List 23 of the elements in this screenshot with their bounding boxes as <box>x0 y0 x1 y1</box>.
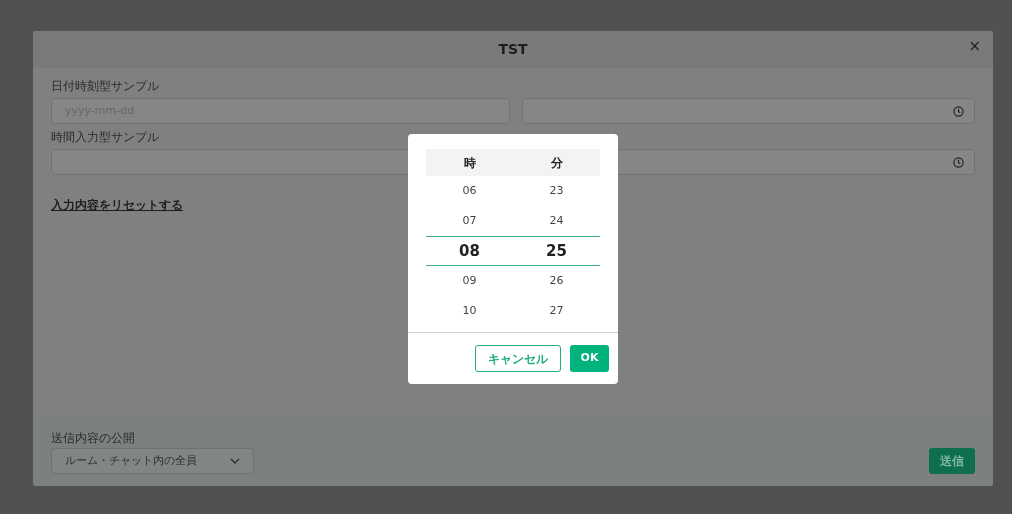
column-header: 時 <box>426 149 513 176</box>
time-option[interactable]: 26 <box>513 266 600 296</box>
clock-icon <box>953 156 964 168</box>
time-option[interactable]: 27 <box>513 296 600 326</box>
clock-icon <box>953 105 964 117</box>
field-label: 時間入力型サンプル <box>51 129 160 145</box>
time-option[interactable]: 24 <box>513 206 600 236</box>
visibility-dropdown[interactable]: ルーム・チャット内の全員 <box>51 448 254 474</box>
visibility-label: 送信内容の公開 <box>51 430 136 446</box>
close-button[interactable]: × <box>968 39 981 54</box>
dialog-title: TST <box>498 40 528 59</box>
time-field[interactable] <box>522 98 975 124</box>
time-option[interactable]: 08 <box>426 236 513 266</box>
time-option[interactable]: 23 <box>513 176 600 206</box>
column-header: 分 <box>513 149 600 176</box>
time-option[interactable]: 06 <box>426 176 513 206</box>
reset-link[interactable]: 入力内容をリセットする <box>51 196 183 214</box>
field-label: 日付時刻型サンプル <box>51 78 160 94</box>
time-option[interactable]: 25 <box>513 236 600 266</box>
time-option[interactable]: 09 <box>426 266 513 296</box>
chevron-down-icon <box>230 458 240 464</box>
time-option[interactable]: 07 <box>426 206 513 236</box>
time-option[interactable]: 10 <box>426 296 513 326</box>
